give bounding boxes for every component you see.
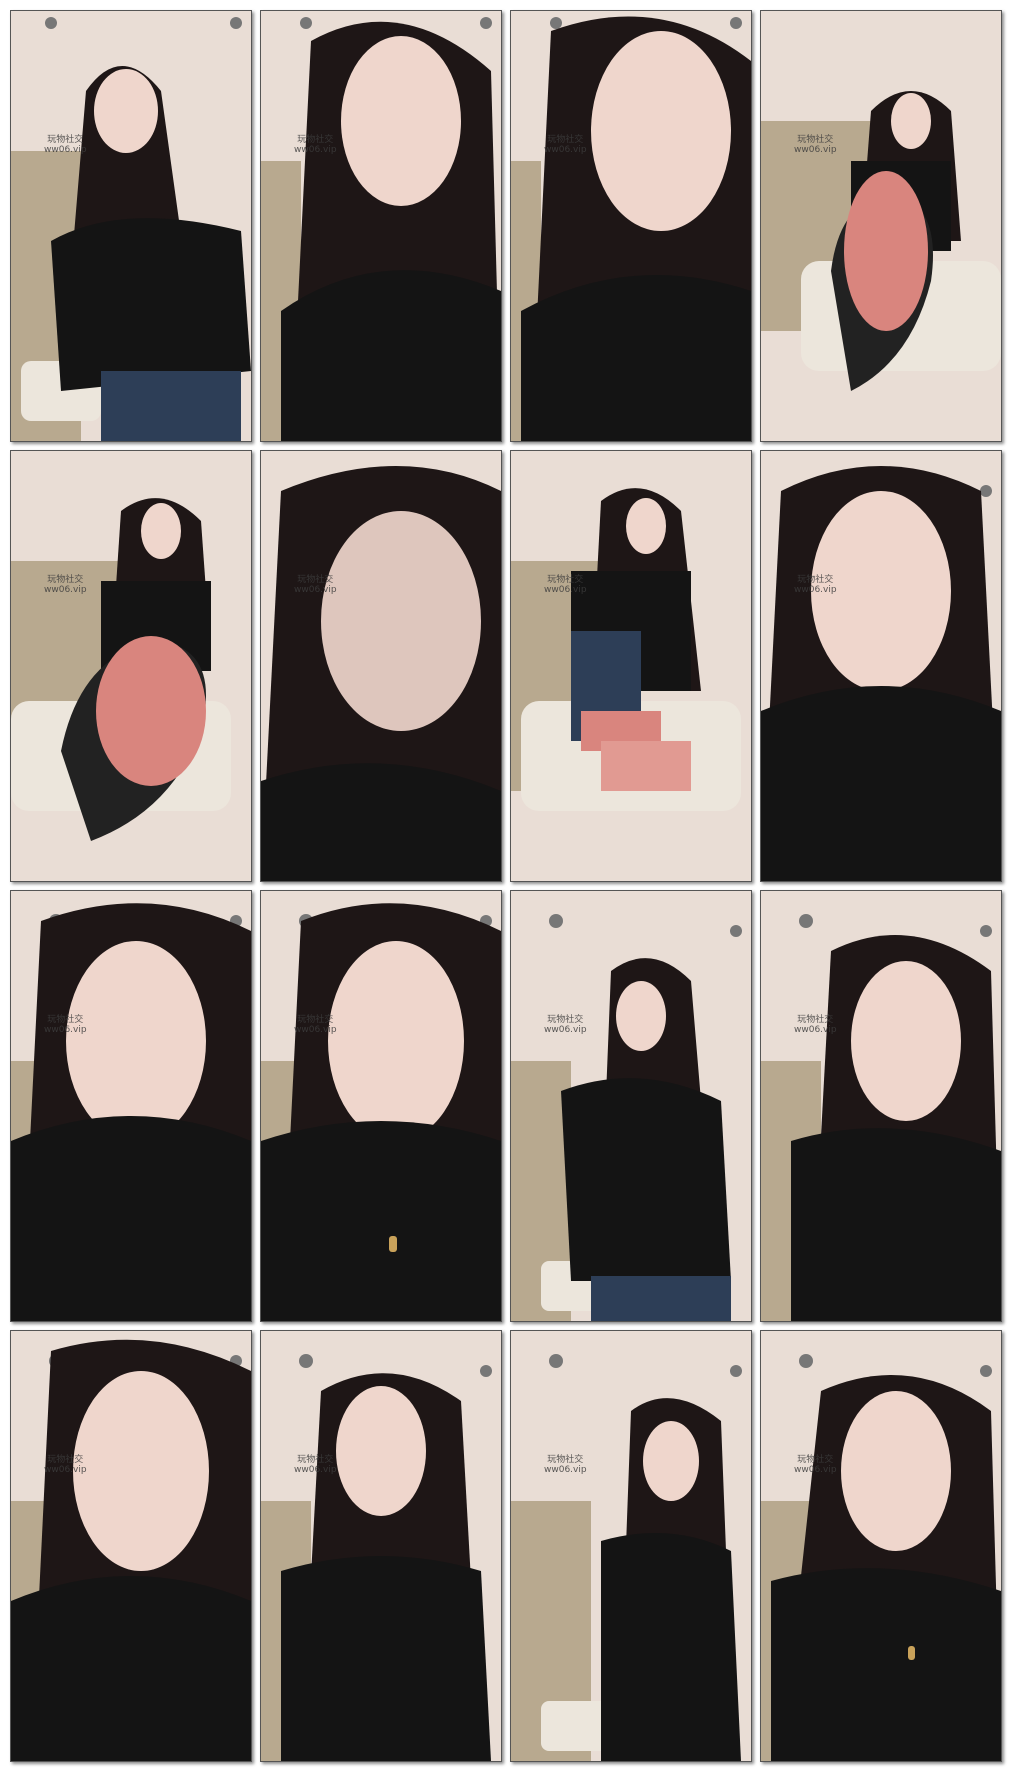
video-frame-6: 玩物社交 ww06.vip (260, 450, 502, 882)
video-frame-15: 玩物社交 ww06.vip (510, 1330, 752, 1762)
video-frame-7: 玩物社交 ww06.vip (510, 450, 752, 882)
frame-3-scene (511, 11, 751, 441)
watermark: 玩物社交 ww06.vip (44, 1455, 87, 1475)
frame-8-scene (761, 451, 1001, 881)
frame-2-scene (261, 11, 501, 441)
watermark: 玩物社交 ww06.vip (294, 1455, 337, 1475)
watermark: 玩物社交 ww06.vip (544, 1455, 587, 1475)
video-frame-9: 玩物社交 ww06.vip (10, 890, 252, 1322)
frame-6-scene (261, 451, 501, 881)
frame-9-scene (11, 891, 251, 1321)
frame-10-scene (261, 891, 501, 1321)
video-frame-12: 玩物社交 ww06.vip (760, 890, 1002, 1322)
video-frame-3: 玩物社交 ww06.vip (510, 10, 752, 442)
frame-4-scene (761, 11, 1001, 441)
video-frame-1: 玩物社交 ww06.vip (10, 10, 252, 442)
watermark: 玩物社交 ww06.vip (544, 575, 587, 595)
watermark: 玩物社交 ww06.vip (794, 135, 837, 155)
contact-sheet: 玩物社交 ww06.vip 玩物社交 ww06.vip 玩物社交 ww06.vi… (0, 0, 1018, 1778)
video-frame-4: 玩物社交 ww06.vip (760, 10, 1002, 442)
frame-12-scene (761, 891, 1001, 1321)
watermark: 玩物社交 ww06.vip (544, 135, 587, 155)
frame-16-scene (761, 1331, 1001, 1761)
watermark: 玩物社交 ww06.vip (294, 1015, 337, 1035)
video-frame-16: 玩物社交 ww06.vip (760, 1330, 1002, 1762)
watermark: 玩物社交 ww06.vip (794, 1455, 837, 1475)
video-frame-13: 玩物社交 ww06.vip (10, 1330, 252, 1762)
frame-1-scene (11, 11, 251, 441)
frame-13-scene (11, 1331, 251, 1761)
watermark: 玩物社交 ww06.vip (544, 1015, 587, 1035)
frame-15-scene (511, 1331, 751, 1761)
video-frame-10: 玩物社交 ww06.vip (260, 890, 502, 1322)
video-frame-14: 玩物社交 ww06.vip (260, 1330, 502, 1762)
frame-5-scene (11, 451, 251, 881)
watermark: 玩物社交 ww06.vip (44, 135, 87, 155)
watermark: 玩物社交 ww06.vip (294, 135, 337, 155)
frame-11-scene (511, 891, 751, 1321)
watermark: 玩物社交 ww06.vip (794, 1015, 837, 1035)
video-frame-11: 玩物社交 ww06.vip (510, 890, 752, 1322)
frame-7-scene (511, 451, 751, 881)
video-frame-2: 玩物社交 ww06.vip (260, 10, 502, 442)
video-frame-8: 玩物社交 ww06.vip (760, 450, 1002, 882)
watermark: 玩物社交 ww06.vip (44, 1015, 87, 1035)
watermark: 玩物社交 ww06.vip (794, 575, 837, 595)
watermark: 玩物社交 ww06.vip (44, 575, 87, 595)
frame-14-scene (261, 1331, 501, 1761)
video-frame-5: 玩物社交 ww06.vip (10, 450, 252, 882)
watermark: 玩物社交 ww06.vip (294, 575, 337, 595)
